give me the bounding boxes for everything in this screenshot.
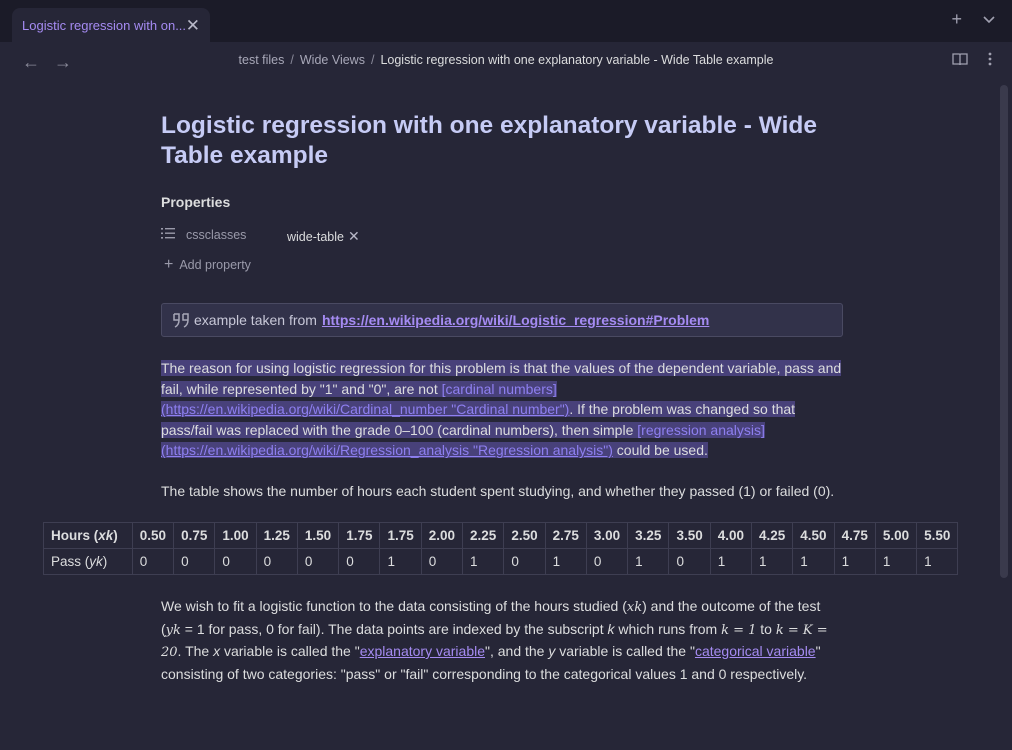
categorical-variable-link[interactable]: categorical variable bbox=[695, 643, 816, 659]
quote-callout: example taken from https://en.wikipedia.… bbox=[161, 303, 843, 337]
hours-pass-table: Hours (xk) 0.50 0.75 1.00 1.25 1.50 1.75 1.75 2… bbox=[43, 522, 959, 575]
tab-active[interactable]: Logistic regression with on... ✕ bbox=[12, 8, 210, 42]
math-yk: yk bbox=[165, 622, 181, 638]
callout-text: example taken from bbox=[194, 312, 317, 328]
math-xk: xk bbox=[626, 600, 643, 615]
table-cell-hours: 4.25 bbox=[750, 522, 794, 549]
table-cell-pass: 1 bbox=[874, 548, 918, 575]
table-cell-pass: 1 bbox=[750, 548, 794, 575]
table-cell-pass: 0 bbox=[131, 548, 175, 575]
table-cell-pass: 0 bbox=[420, 548, 464, 575]
tab-close-icon[interactable]: ✕ bbox=[186, 17, 200, 34]
table-cell-hours: 3.00 bbox=[585, 522, 629, 549]
table-cell-hours: 2.25 bbox=[462, 522, 505, 549]
scrollbar[interactable] bbox=[1000, 85, 1008, 578]
breadcrumb-item-current[interactable]: Logistic regression with one explanatory… bbox=[380, 53, 773, 67]
new-tab-icon[interactable]: + bbox=[951, 10, 962, 28]
table-cell-hours: 4.00 bbox=[709, 522, 753, 549]
table-cell-pass: 0 bbox=[214, 548, 257, 575]
table-cell-hours: 1.75 bbox=[379, 522, 422, 549]
table-cell-pass: 1 bbox=[916, 548, 959, 575]
property-value: wide-table bbox=[287, 229, 344, 244]
table-cell-pass: 1 bbox=[709, 548, 753, 575]
table-cell-hours: 0.50 bbox=[131, 522, 175, 549]
table-header-hours: Hours (xk) bbox=[43, 522, 133, 549]
tab-list-chevron-down-icon[interactable] bbox=[982, 12, 996, 26]
table-cell-pass: 0 bbox=[338, 548, 381, 575]
quote-icon bbox=[172, 312, 190, 334]
table-cell-pass: 0 bbox=[173, 548, 216, 575]
regression-analysis-link-text[interactable]: [regression analysis] bbox=[637, 422, 765, 438]
regression-analysis-link-url[interactable]: (https://en.wikipedia.org/wiki/Regressio… bbox=[161, 442, 613, 458]
table-row-label-pass: Pass (yk) bbox=[43, 548, 133, 575]
table-cell-pass: 0 bbox=[296, 548, 340, 575]
plus-icon: + bbox=[164, 256, 174, 273]
breadcrumb-separator: / bbox=[370, 53, 375, 67]
paragraph-reason[interactable]: The reason for using logistic regression… bbox=[161, 358, 843, 461]
table-cell-pass: 1 bbox=[544, 548, 587, 575]
table-cell-hours: 1.00 bbox=[214, 522, 257, 549]
table-cell-pass: 1 bbox=[792, 548, 835, 575]
table-cell-hours: 2.50 bbox=[503, 522, 546, 549]
table-row-pass: Pass (yk) 00000010101010111111 bbox=[43, 548, 959, 575]
table-cell-pass: 1 bbox=[627, 548, 670, 575]
table-cell-hours: 3.50 bbox=[668, 522, 711, 549]
table-cell-pass: 0 bbox=[668, 548, 711, 575]
property-key[interactable]: cssclasses bbox=[186, 228, 246, 242]
table-cell-hours: 1.75 bbox=[338, 522, 381, 549]
table-cell-pass: 0 bbox=[503, 548, 546, 575]
subscript-k: k bbox=[607, 620, 615, 637]
table-cell-hours: 1.25 bbox=[255, 522, 298, 549]
cardinal-numbers-link-url[interactable]: (https://en.wikipedia.org/wiki/Cardinal_… bbox=[161, 401, 569, 417]
table-cell-pass: 1 bbox=[833, 548, 876, 575]
table-cell-hours: 4.50 bbox=[792, 522, 835, 549]
breadcrumb-separator: / bbox=[290, 53, 294, 67]
tab-title: Logistic regression with on... bbox=[22, 17, 186, 33]
page-title: Logistic regression with one explanatory… bbox=[161, 112, 817, 169]
paragraph-table-intro: The table shows the number of hours each… bbox=[161, 483, 835, 499]
cardinal-numbers-link-text[interactable]: [cardinal numbers] bbox=[442, 381, 557, 397]
remove-value-close-icon[interactable]: ✕ bbox=[348, 228, 360, 245]
table-cell-hours: 2.00 bbox=[420, 522, 464, 549]
table-cell-pass: 0 bbox=[255, 548, 298, 575]
list-icon bbox=[161, 226, 175, 243]
breadcrumb-item-wide-views[interactable]: Wide Views bbox=[300, 53, 365, 67]
callout-link[interactable]: https://en.wikipedia.org/wiki/Logistic_r… bbox=[322, 312, 709, 328]
table-header-row: Hours (xk) 0.50 0.75 1.00 1.25 1.50 1.75 1.75 2… bbox=[43, 522, 959, 549]
property-row-cssclasses: cssclasses wide-table ✕ bbox=[161, 226, 843, 246]
table-cell-pass: 0 bbox=[585, 548, 629, 575]
tab-bar-actions: + bbox=[951, 10, 996, 28]
table-cell-pass: 1 bbox=[379, 548, 422, 575]
para1-text-3: could be used. bbox=[612, 442, 708, 459]
breadcrumb: test files / Wide Views / Logistic regressio… bbox=[0, 53, 1012, 67]
property-value-pill[interactable]: wide-table ✕ bbox=[287, 228, 360, 245]
explanatory-variable-link[interactable]: explanatory variable bbox=[360, 643, 485, 659]
reading-view-book-icon[interactable] bbox=[952, 52, 968, 66]
table-cell-hours: 1.50 bbox=[296, 522, 340, 549]
table-cell-pass: 1 bbox=[462, 548, 505, 575]
table-cell-hours: 5.00 bbox=[874, 522, 918, 549]
table-cell-hours: 3.25 bbox=[627, 522, 670, 549]
breadcrumb-item-test-files[interactable]: test files bbox=[239, 53, 285, 67]
properties-heading: Properties bbox=[161, 194, 231, 210]
add-property-label: Add property bbox=[179, 258, 251, 272]
add-property-button[interactable]: + Add property bbox=[164, 257, 251, 273]
table-cell-hours: 5.50 bbox=[916, 522, 959, 549]
table-cell-hours: 0.75 bbox=[173, 522, 216, 549]
table-cell-hours: 2.75 bbox=[544, 522, 587, 549]
table-cell-hours: 4.75 bbox=[833, 522, 876, 549]
more-options-icon[interactable] bbox=[988, 52, 992, 66]
math-k-equals-1: k = 1 bbox=[721, 622, 757, 638]
nav-bar: ← → test files / Wide Views / Logistic regre… bbox=[0, 42, 1012, 80]
paragraph-logistic-fit: We wish to fit a logistic function to th… bbox=[161, 598, 828, 682]
nav-actions bbox=[952, 52, 992, 66]
tab-bar: Logistic regression with on... ✕ + bbox=[0, 0, 1012, 42]
